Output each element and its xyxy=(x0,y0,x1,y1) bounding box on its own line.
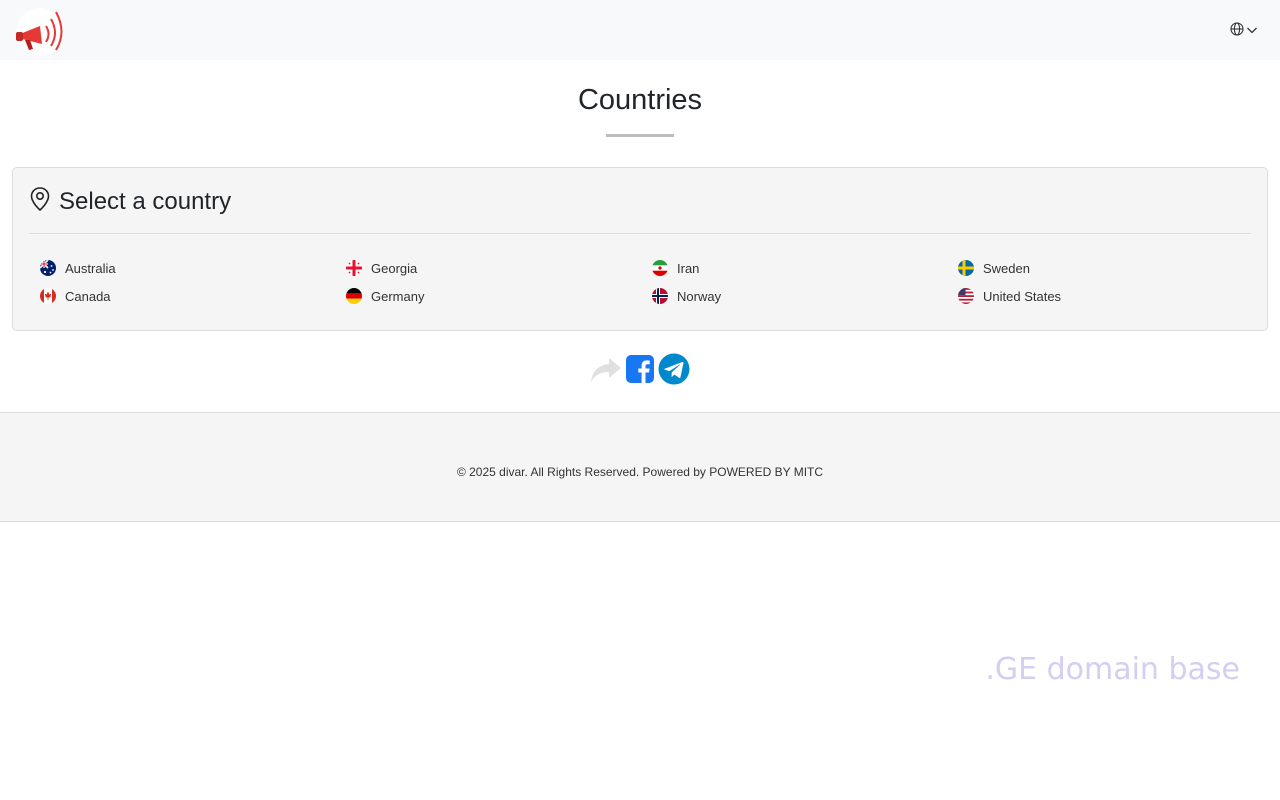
flag-norway-icon xyxy=(652,288,668,304)
card-divider xyxy=(29,233,1251,234)
share-arrow-icon xyxy=(589,355,623,388)
country-link-georgia[interactable]: Georgia xyxy=(346,260,652,276)
facebook-share-button[interactable] xyxy=(624,354,656,389)
telegram-share-button[interactable] xyxy=(658,353,690,390)
country-link-germany[interactable]: Germany xyxy=(346,288,652,304)
country-list: Australia Georgia Iran Sweden Canada Ger… xyxy=(40,260,1264,304)
country-name: Canada xyxy=(65,288,111,304)
country-name: Germany xyxy=(371,288,425,304)
map-pin-icon xyxy=(29,186,51,217)
country-link-norway[interactable]: Norway xyxy=(652,288,958,304)
top-navbar xyxy=(0,0,1280,60)
country-link-united-states[interactable]: United States xyxy=(958,288,1264,304)
footer-copyright: © 2025 divar. All Rights Reserved. Power… xyxy=(456,465,824,479)
flag-germany-icon xyxy=(346,288,362,304)
page-title: Countries xyxy=(577,84,703,116)
flag-sweden-icon xyxy=(958,260,974,276)
country-name: Iran xyxy=(677,260,700,276)
country-link-canada[interactable]: Canada xyxy=(40,288,346,304)
flag-iran-icon xyxy=(652,260,668,276)
share-button[interactable] xyxy=(590,355,622,387)
megaphone-icon[interactable] xyxy=(12,4,68,56)
country-name: United States xyxy=(983,288,1062,304)
country-link-australia[interactable]: Australia xyxy=(40,260,346,276)
country-name: Georgia xyxy=(371,260,418,276)
country-name: Sweden xyxy=(983,260,1030,276)
footer: © 2025 divar. All Rights Reserved. Power… xyxy=(0,412,1280,522)
facebook-icon xyxy=(625,354,655,389)
flag-georgia-icon xyxy=(346,260,362,276)
flag-united-states-icon xyxy=(958,288,974,304)
globe-icon xyxy=(1230,22,1244,41)
language-selector[interactable] xyxy=(1230,22,1258,41)
title-underline xyxy=(606,134,674,137)
country-card: Select a country Australia Georgia Iran … xyxy=(12,167,1268,331)
card-header: Select a country xyxy=(29,186,231,217)
country-link-sweden[interactable]: Sweden xyxy=(958,260,1264,276)
card-title: Select a country xyxy=(59,187,232,215)
country-name: Australia xyxy=(65,260,116,276)
country-name: Norway xyxy=(677,288,722,304)
watermark: .GE domain base xyxy=(985,652,1240,687)
country-link-iran[interactable]: Iran xyxy=(652,260,958,276)
flag-canada-icon xyxy=(40,288,56,304)
chevron-down-icon xyxy=(1246,23,1258,41)
flag-australia-icon xyxy=(40,260,56,276)
share-bar xyxy=(590,353,690,390)
telegram-icon xyxy=(658,353,690,390)
